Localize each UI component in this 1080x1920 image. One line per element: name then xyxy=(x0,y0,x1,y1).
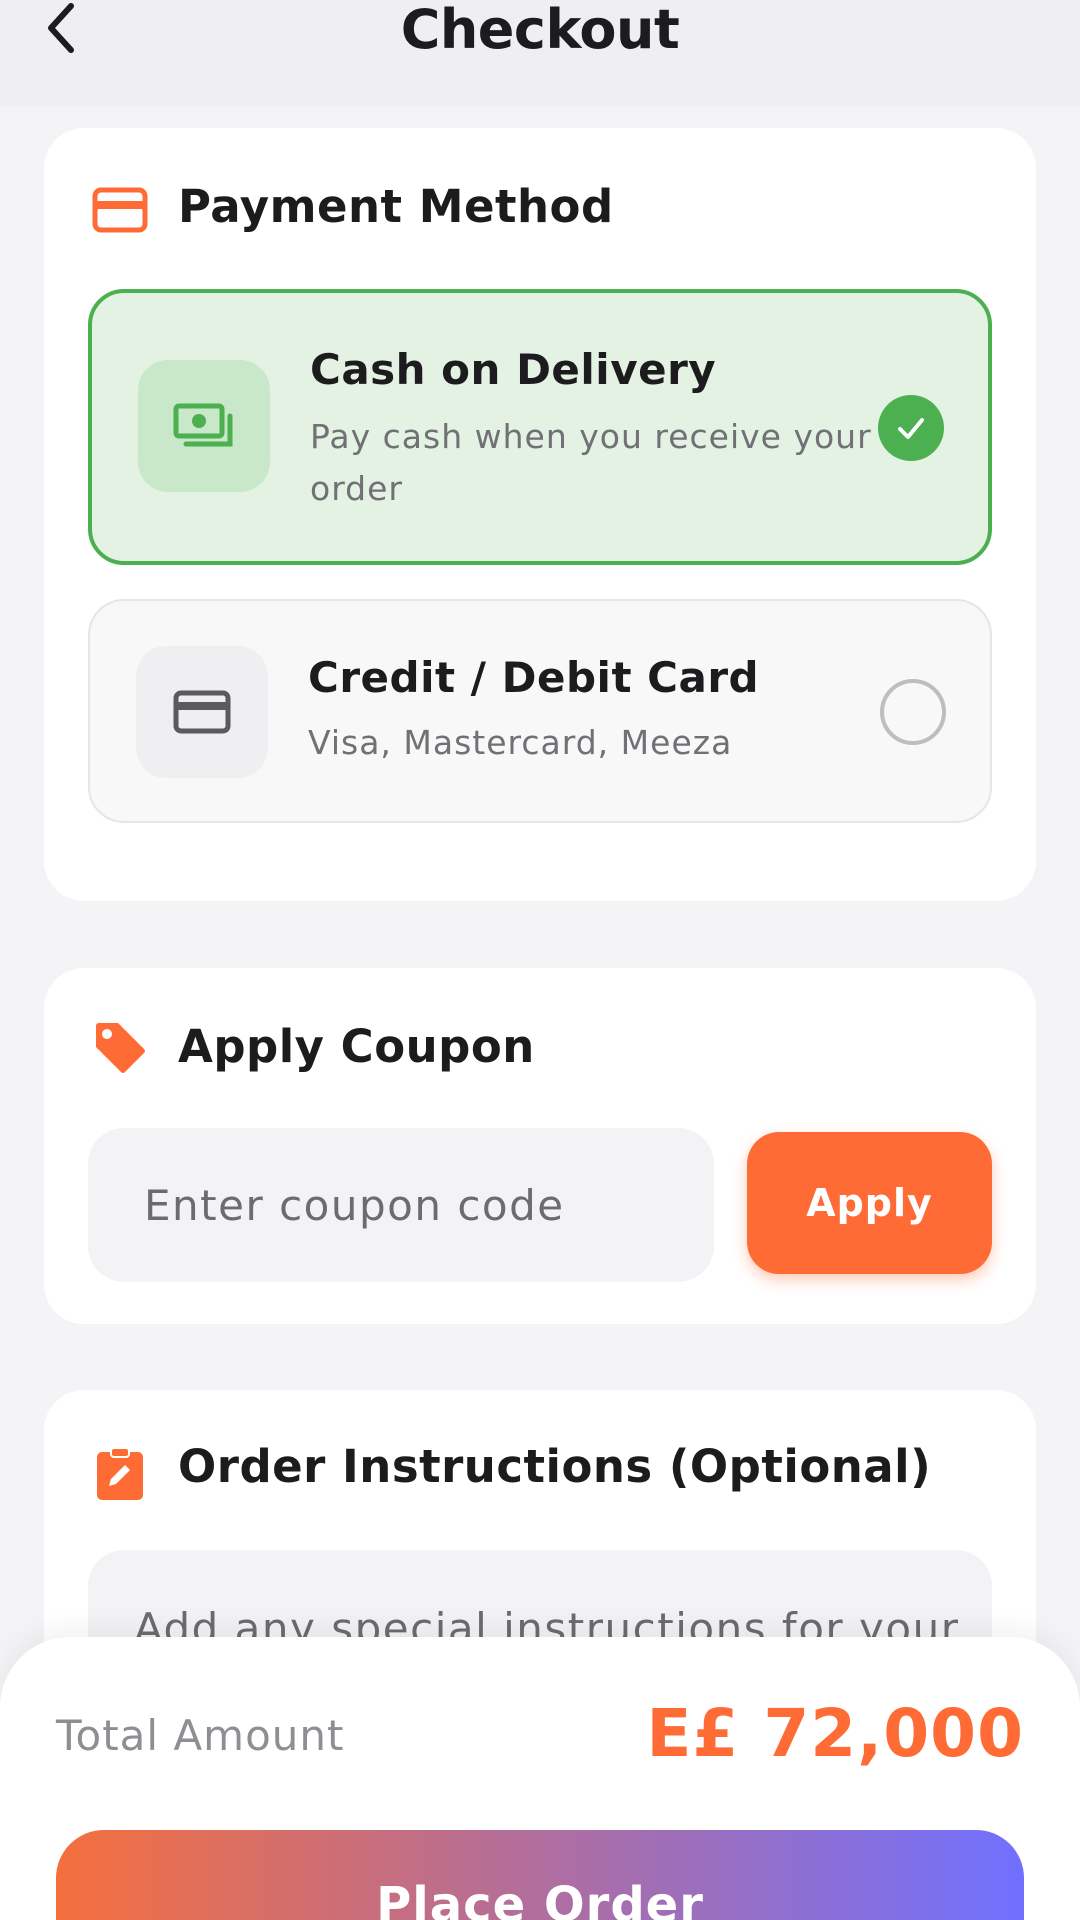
header: Checkout xyxy=(0,0,1080,106)
total-amount-value: E£ 72,000 xyxy=(646,1695,1024,1772)
payment-method-card: Payment Method Cash on Delivery Pay cash… xyxy=(44,128,1036,901)
apply-coupon-card: Apply Coupon Apply xyxy=(44,968,1036,1324)
cash-icon-box xyxy=(138,360,270,492)
radio-unselected[interactable] xyxy=(880,679,946,745)
total-amount-label: Total Amount xyxy=(56,1711,345,1760)
order-summary-sheet: Total Amount E£ 72,000 Place Order xyxy=(0,1637,1080,1920)
option-description: Visa, Mastercard, Meeza xyxy=(308,723,733,762)
option-title: Cash on Delivery xyxy=(310,345,717,394)
page-title: Checkout xyxy=(400,0,680,61)
section-title-payment: Payment Method xyxy=(178,180,614,233)
card-icon-box xyxy=(136,646,268,778)
option-description: Pay cash when you receive your order xyxy=(310,417,872,508)
cash-icon xyxy=(173,403,233,447)
clipboard-edit-icon xyxy=(97,1447,143,1500)
coupon-code-input[interactable] xyxy=(88,1128,714,1282)
option-title: Credit / Debit Card xyxy=(308,653,760,702)
apply-coupon-button[interactable]: Apply xyxy=(747,1132,992,1274)
radio-selected[interactable] xyxy=(878,395,944,461)
tag-icon xyxy=(96,1023,145,1073)
section-title-instructions: Order Instructions (Optional) xyxy=(178,1440,932,1493)
payment-option-cash[interactable]: Cash on Delivery Pay cash when you recei… xyxy=(88,289,992,565)
checkout-screen: Checkout Payment Method Cash on Delivery… xyxy=(0,0,1080,1920)
payment-option-card[interactable]: Credit / Debit Card Visa, Mastercard, Me… xyxy=(88,599,992,823)
section-title-coupon: Apply Coupon xyxy=(178,1020,535,1073)
checkmark-icon xyxy=(898,418,924,439)
credit-card-icon xyxy=(92,187,148,233)
place-order-button[interactable]: Place Order xyxy=(56,1830,1024,1920)
credit-card-icon xyxy=(173,690,231,734)
